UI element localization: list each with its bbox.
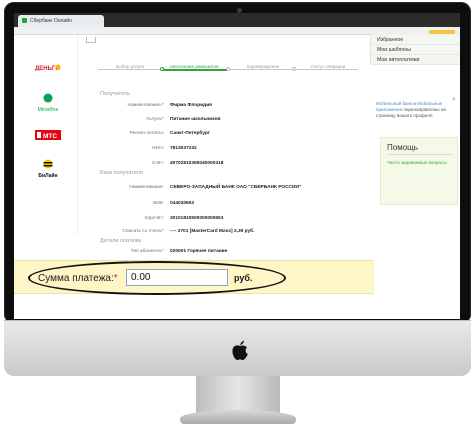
menu-item-autopayments[interactable]: Мои автоплатежи	[371, 55, 460, 65]
apple-logo-icon	[232, 340, 248, 360]
menu-item-favorites[interactable]: Избранное	[371, 35, 460, 45]
field-label: ИНН:	[152, 146, 164, 151]
subscriber-type-row: Тип абонента:* 020001 Горячее питание	[88, 249, 368, 257]
debit-account-select[interactable]: ---- 2701 [MasterCard Mass] 2,39 руб.	[170, 229, 254, 234]
field-label: Тип абонента:*	[130, 249, 164, 254]
megafon-label: МегаФон	[37, 107, 59, 113]
progress-steps: выбор услуги заполнение реквизитов подтв…	[88, 64, 364, 79]
right-sidebar: Избранное Мои шаблоны Мои автоплатежи × …	[370, 29, 460, 205]
subscriber-type-select[interactable]: 020001 Горячее питание	[170, 249, 227, 254]
field-value: СЕВЕРО-ЗАПАДНЫЙ БАНК ОАО "СБЕРБАНК РОССИ…	[170, 185, 302, 190]
field-label: Наименование:	[129, 185, 164, 190]
bik-row: БИК: 044030653	[88, 201, 368, 209]
promo-link-mobile-bank[interactable]: Мобильный банк	[376, 101, 412, 106]
user-menu: Избранное Мои шаблоны Мои автоплатежи	[370, 29, 460, 65]
collapse-tab[interactable]	[86, 37, 96, 43]
inn-row: ИНН: 7813037232	[88, 146, 368, 154]
bank-name-row: Наименование: СЕВЕРО-ЗАПАДНЫЙ БАНК ОАО "…	[88, 185, 368, 193]
section-recipient: Получатель	[100, 91, 131, 97]
help-divider	[387, 154, 453, 155]
step-status: статус операции	[310, 64, 346, 69]
field-value: Санкт-Петербург	[170, 131, 210, 136]
beeline-icon	[43, 159, 53, 169]
step-dot	[226, 67, 230, 71]
promo-notice: Мобильный банк и Мобильные приложения пе…	[376, 101, 446, 118]
field-value: 40702810355040000418	[170, 161, 224, 166]
help-title: Помощь	[387, 143, 418, 152]
imac-mockup: Сбербанк Онлайн ДЕНЬГИ МегаФон МТС БиЛай…	[0, 0, 475, 436]
page-bottom	[14, 295, 460, 319]
debit-account-row[interactable]: Списать со счета:* ---- 2701 [MasterCard…	[88, 229, 368, 237]
faq-link[interactable]: Часто задаваемые вопросы	[387, 160, 453, 166]
yandex-money-logo[interactable]: ДЕНЬГИ	[26, 63, 70, 75]
step-confirm: подтверждение	[246, 64, 280, 69]
highlight-ellipse	[28, 261, 286, 295]
left-logo-column: ДЕНЬГИ МегаФон МТС БиЛайн	[14, 35, 78, 235]
step-select-service: выбор услуги	[116, 64, 144, 69]
megafon-logo[interactable]: МегаФон	[26, 93, 70, 113]
browser-tab[interactable]: Сбербанк Онлайн	[18, 15, 104, 27]
browser-tab-bar: Сбербанк Онлайн	[14, 13, 460, 27]
field-value: 30101810500000000653	[170, 216, 224, 221]
field-value: Фирма Флоридия	[170, 103, 212, 108]
field-value: 044030653	[170, 201, 195, 206]
step-fill-details: заполнение реквизитов	[169, 64, 219, 69]
beeline-logo[interactable]: БиЛайн	[26, 159, 70, 179]
field-label: БИК:	[153, 201, 164, 206]
payment-form: выбор услуги заполнение реквизитов подтв…	[78, 35, 374, 295]
service-row: Услуга:* Питание школьников	[88, 117, 368, 125]
beeline-label: БиЛайн	[38, 173, 58, 179]
megafon-icon	[43, 93, 53, 103]
monitor-stand-foot	[180, 410, 296, 424]
menu-top-bar	[371, 29, 460, 35]
corr-account-row: Корсчёт: 30101810500000000653	[88, 216, 368, 224]
screen: Сбербанк Онлайн ДЕНЬГИ МегаФон МТС БиЛай…	[14, 13, 460, 319]
menu-top-badge	[429, 30, 455, 34]
field-label: Наименование:*	[127, 103, 164, 108]
field-label: Регион оплаты:	[129, 131, 164, 136]
field-label: Списать со счета:*	[122, 229, 164, 234]
steps-line-active	[163, 69, 228, 71]
menu-item-templates[interactable]: Мои шаблоны	[371, 45, 460, 55]
monitor-stand-neck	[196, 376, 280, 414]
account-row: Счёт: 40702810355040000418	[88, 161, 368, 169]
field-label: Услуга:*	[146, 117, 164, 122]
browser-tab-title: Сбербанк Онлайн	[30, 18, 72, 24]
mts-label: МТС	[43, 133, 57, 140]
yandex-money-icon: ДЕНЬГИ	[35, 64, 61, 72]
sberbank-favicon-icon	[22, 18, 27, 23]
mts-icon: МТС	[35, 130, 61, 140]
help-box: Помощь Часто задаваемые вопросы	[380, 137, 458, 205]
field-label: Счёт:	[151, 161, 164, 166]
field-value: Питание школьников	[170, 117, 221, 122]
field-value: 7813037232	[170, 146, 197, 151]
recipient-name-row: Наименование:* Фирма Флоридия	[88, 103, 368, 111]
field-label: Корсчёт:	[144, 216, 164, 221]
region-row: Регион оплаты: Санкт-Петербург	[88, 131, 368, 139]
mts-logo[interactable]: МТС	[26, 130, 70, 144]
section-payment: Детали платежа	[100, 238, 142, 244]
section-bank: Банк получателя	[100, 170, 143, 176]
